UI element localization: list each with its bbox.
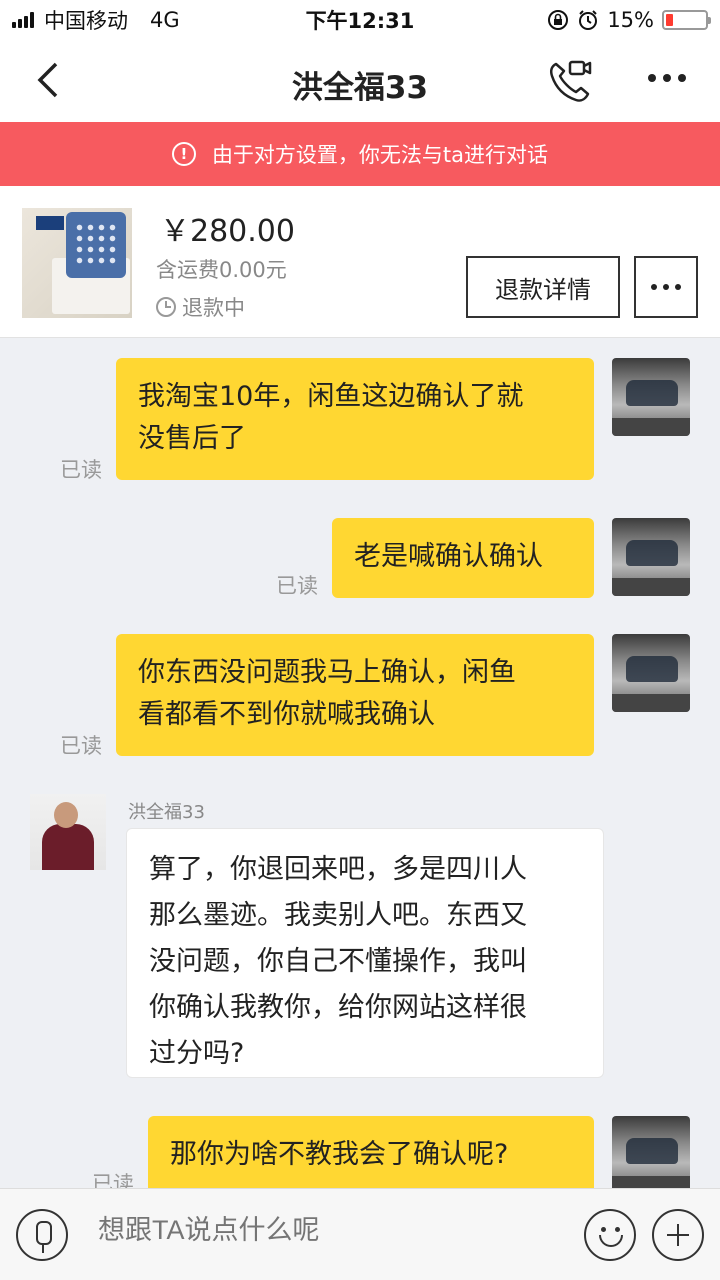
message-bubble[interactable]: 你东西没问题我马上确认，闲鱼 看都看不到你就喊我确认 bbox=[116, 634, 594, 756]
rotation-lock-icon bbox=[548, 10, 569, 30]
message-bubble[interactable]: 老是喊确认确认 bbox=[332, 518, 594, 598]
product-thumbnail[interactable] bbox=[22, 208, 132, 318]
refund-status: 退款中 bbox=[156, 292, 245, 322]
read-receipt: 已读 bbox=[60, 734, 102, 758]
contact-avatar[interactable] bbox=[30, 794, 106, 870]
battery-icon bbox=[662, 10, 711, 30]
chat-area[interactable]: 我淘宝10年，闲鱼这边确认了就 没售后了 已读 老是喊确认确认 已读 你东西没问… bbox=[0, 338, 720, 1188]
add-attachment-icon[interactable] bbox=[652, 1209, 704, 1261]
product-more-button[interactable] bbox=[634, 256, 698, 318]
refund-details-button[interactable]: 退款详情 bbox=[466, 256, 620, 318]
message-input[interactable] bbox=[98, 1215, 558, 1246]
blocked-alert-banner: ! 由于对方设置，你无法与ta进行对话 bbox=[0, 122, 720, 186]
message-text: 那么墨迹。我卖别人吧。东西又 bbox=[149, 900, 527, 931]
alert-text: 由于对方设置，你无法与ta进行对话 bbox=[211, 143, 549, 167]
battery-percent: 15% bbox=[607, 8, 654, 32]
read-receipt: 已读 bbox=[92, 1172, 134, 1188]
input-bar bbox=[0, 1188, 720, 1280]
message-bubble[interactable]: 算了，你退回来吧，多是四川人 那么墨迹。我卖别人吧。东西又 没问题，你自己不懂操… bbox=[126, 828, 604, 1078]
my-avatar[interactable] bbox=[612, 1116, 690, 1188]
clock-icon bbox=[156, 297, 176, 317]
shipping-fee: 含运费0.00元 bbox=[156, 258, 287, 282]
status-right: 15% bbox=[547, 8, 711, 32]
message-text: 算了，你退回来吧，多是四川人 bbox=[149, 854, 527, 885]
message-text: 你东西没问题我马上确认，闲鱼 bbox=[138, 657, 516, 688]
read-receipt: 已读 bbox=[60, 458, 102, 482]
product-price: ￥280.00 bbox=[160, 214, 295, 249]
call-icon[interactable] bbox=[546, 56, 594, 104]
message-text: 过分吗? bbox=[149, 1038, 245, 1069]
refund-status-label: 退款中 bbox=[182, 296, 245, 320]
more-options-icon[interactable] bbox=[648, 74, 686, 82]
my-avatar[interactable] bbox=[612, 634, 690, 712]
alarm-icon bbox=[579, 10, 598, 30]
message-text: 看都看不到你就喊我确认 bbox=[138, 699, 435, 730]
message-text: 老是喊确认确认 bbox=[354, 541, 543, 572]
status-bar: 中国移动 4G 下午12:31 15% bbox=[0, 0, 720, 40]
microphone-icon[interactable] bbox=[16, 1209, 68, 1261]
read-receipt: 已读 bbox=[276, 574, 318, 598]
nav-bar: 洪全福33 bbox=[0, 40, 720, 122]
message-text: 没问题，你自己不懂操作，我叫 bbox=[149, 946, 527, 977]
message-text: 你确认我教你，给你网站这样很 bbox=[149, 992, 527, 1023]
my-avatar[interactable] bbox=[612, 518, 690, 596]
message-text: 我淘宝10年，闲鱼这边确认了就 bbox=[138, 381, 524, 412]
message-text: 那你为啥不教我会了确认呢? bbox=[170, 1139, 509, 1170]
message-bubble[interactable]: 我淘宝10年，闲鱼这边确认了就 没售后了 bbox=[116, 358, 594, 480]
page-title: 洪全福33 bbox=[291, 70, 429, 106]
sender-name: 洪全福33 bbox=[128, 802, 205, 823]
emoji-icon[interactable] bbox=[584, 1209, 636, 1261]
info-icon: ! bbox=[171, 142, 196, 166]
message-text: 没售后了 bbox=[138, 423, 246, 454]
my-avatar[interactable] bbox=[612, 358, 690, 436]
message-bubble[interactable]: 那你为啥不教我会了确认呢? bbox=[148, 1116, 594, 1188]
